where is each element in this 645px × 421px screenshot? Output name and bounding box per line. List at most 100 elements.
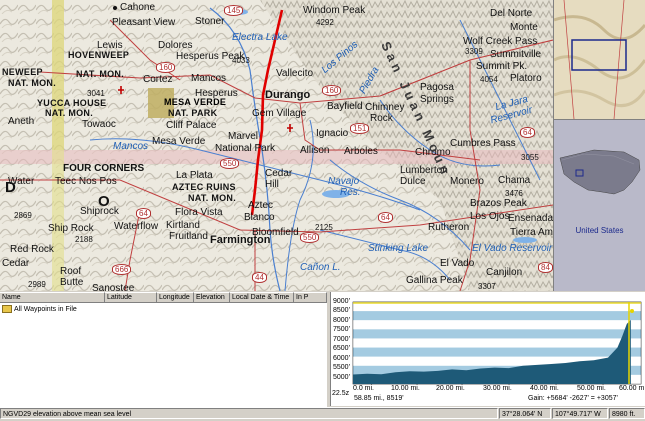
label-pagosa: Pagosa bbox=[420, 82, 454, 93]
label-red-rock: Red Rock bbox=[10, 244, 54, 255]
label-elev: 2869 bbox=[14, 211, 32, 220]
label-windom-peak: Windom Peak bbox=[303, 5, 366, 16]
range-readout: 58.85 mi., 8519' bbox=[354, 395, 404, 402]
label-pleasant-view: Pleasant View bbox=[112, 17, 176, 28]
overview-map[interactable] bbox=[554, 0, 645, 120]
status-datum: NGVD29 elevation above mean sea level bbox=[0, 408, 498, 419]
column-latitude[interactable]: Latitude bbox=[105, 292, 157, 303]
column-name[interactable]: Name bbox=[0, 292, 105, 303]
overview-terrain bbox=[554, 0, 645, 119]
us-label: United States bbox=[575, 226, 624, 235]
profile-band bbox=[353, 347, 641, 357]
label-aztec-ruins: AZTEC RUINS bbox=[172, 182, 236, 192]
label-elev: 3055 bbox=[521, 153, 539, 162]
highway-shield: 145 bbox=[224, 5, 244, 16]
label-allison: Allison bbox=[300, 145, 330, 156]
label-stoner: Stoner bbox=[195, 16, 225, 27]
label-waterflow: Waterflow bbox=[114, 221, 159, 232]
us-locator-graphic bbox=[554, 120, 645, 291]
highway-shield: 550 bbox=[220, 158, 240, 169]
profile-band bbox=[353, 338, 641, 348]
label-tierra-amarilla: Tierra Am bbox=[510, 227, 553, 238]
highway-shield: 64 bbox=[136, 208, 151, 219]
label-kirtland: Kirtland bbox=[166, 220, 200, 231]
label-dulce: Dulce bbox=[400, 176, 426, 187]
label-four-corners: FOUR CORNERS bbox=[63, 163, 145, 174]
status-latitude: 37°28.064' N bbox=[499, 408, 551, 419]
status-elevation: 8980 ft. bbox=[609, 408, 645, 419]
label-mancos-river: Mancos bbox=[113, 141, 149, 152]
profile-band bbox=[353, 311, 641, 321]
x-tick-label: 30.00 mi. bbox=[483, 385, 512, 392]
x-tick-label: 40.00 mi. bbox=[530, 385, 559, 392]
label-canjilon: Canjilon bbox=[486, 267, 523, 278]
label-hovenweep: HOVENWEEP bbox=[68, 50, 130, 60]
label-cedar: Cedar bbox=[265, 168, 293, 179]
topo-map[interactable]: Cahone Pleasant View Stoner Windom Peak … bbox=[0, 0, 554, 291]
label-mesa-verde: MESA VERDE bbox=[164, 97, 227, 107]
label-rock: Rock bbox=[370, 113, 393, 124]
town-dot bbox=[113, 6, 117, 10]
x-tick-label: 0.0 mi. bbox=[353, 385, 375, 392]
label-elev: 3307 bbox=[478, 282, 496, 291]
label-chama: Chama bbox=[498, 175, 531, 186]
label-los-ojos: Los Ojos bbox=[470, 211, 510, 222]
label-brazos-peak: Brazos Peak bbox=[470, 198, 527, 209]
x-tick-label: 50.00 mi. bbox=[577, 385, 606, 392]
zoom-level: 22.5z bbox=[332, 390, 350, 397]
label-state-d: D bbox=[5, 179, 30, 196]
label-arboles: Arboles bbox=[344, 146, 378, 157]
label-ship-rock: Ship Rock bbox=[48, 223, 94, 234]
label-blanco: Blanco bbox=[244, 212, 275, 223]
highway-shield: 44 bbox=[252, 272, 267, 283]
y-tick-label: 6500' bbox=[333, 345, 350, 352]
label-springs: Springs bbox=[420, 94, 454, 105]
label-bloomfield: Bloomfield bbox=[252, 227, 299, 238]
highway-shield: 550 bbox=[300, 232, 320, 243]
column-longitude[interactable]: Longitude bbox=[157, 292, 194, 303]
label-mancos: Mancos bbox=[191, 73, 227, 84]
label-res: Res. bbox=[340, 187, 361, 198]
label-sanostee: Sanostee bbox=[92, 283, 135, 291]
profile-band bbox=[353, 329, 641, 339]
column-in-proximity[interactable]: In P bbox=[294, 292, 327, 303]
label-dolores: Dolores bbox=[158, 40, 193, 51]
label-chimney: Chimney bbox=[365, 102, 405, 113]
label-elev: 3309 bbox=[465, 47, 483, 56]
x-tick-label: 20.00 mi. bbox=[436, 385, 465, 392]
y-tick-label: 5000' bbox=[333, 374, 350, 381]
label-nat-mon: NAT. MON. bbox=[45, 108, 94, 118]
label-cliff-palace: Cliff Palace bbox=[166, 120, 217, 131]
column-elevation[interactable]: Elevation bbox=[194, 292, 230, 303]
waypoint-column-header: Name Latitude Longitude Elevation Local … bbox=[0, 292, 327, 303]
label-bayfield: Bayfield bbox=[327, 101, 363, 112]
label-vallecito: Vallecito bbox=[276, 68, 314, 79]
label-el-vado-res: El Vado Reservoir bbox=[472, 243, 553, 254]
y-tick-label: 7500' bbox=[333, 326, 350, 333]
label-del-norte: Del Norte bbox=[490, 8, 533, 19]
highway-shield: 84 bbox=[538, 262, 553, 273]
label-nat-mon: NAT. MON. bbox=[8, 78, 57, 88]
list-item[interactable]: All Waypoints in File bbox=[2, 305, 77, 313]
label-roof: Roof bbox=[60, 266, 82, 277]
label-platoro: Platoro bbox=[510, 73, 542, 84]
label-teec-nos-pos: Teec Nos Pos bbox=[55, 176, 117, 187]
highway-shield: 160 bbox=[322, 85, 342, 96]
label-shiprock: Shiprock bbox=[80, 206, 119, 217]
label-towaoc: Towaoc bbox=[82, 119, 116, 130]
label-electra-lake: Electra Lake bbox=[232, 32, 288, 43]
label-elev: 2188 bbox=[75, 235, 93, 244]
label-cumbres-pass: Cumbres Pass bbox=[450, 138, 516, 149]
elevation-profile[interactable]: 9000' 8500' 8000' 7500' 7000' 6500' 6000… bbox=[330, 292, 645, 406]
column-local-date-time[interactable]: Local Date & Time bbox=[230, 292, 294, 303]
y-tick-label: 7000' bbox=[333, 336, 350, 343]
label-el-vado: El Vado bbox=[440, 258, 475, 269]
label-elev: 2989 bbox=[28, 280, 46, 289]
label-elev: 3476 bbox=[505, 189, 523, 198]
label-butte: Butte bbox=[60, 277, 84, 288]
highway-shield: 64 bbox=[520, 127, 535, 138]
us-locator-map[interactable] bbox=[554, 120, 645, 291]
label-ensenada: Ensenada bbox=[508, 213, 554, 224]
label-cortez: Cortez bbox=[143, 74, 173, 85]
label-national-park: National Park bbox=[215, 143, 276, 154]
